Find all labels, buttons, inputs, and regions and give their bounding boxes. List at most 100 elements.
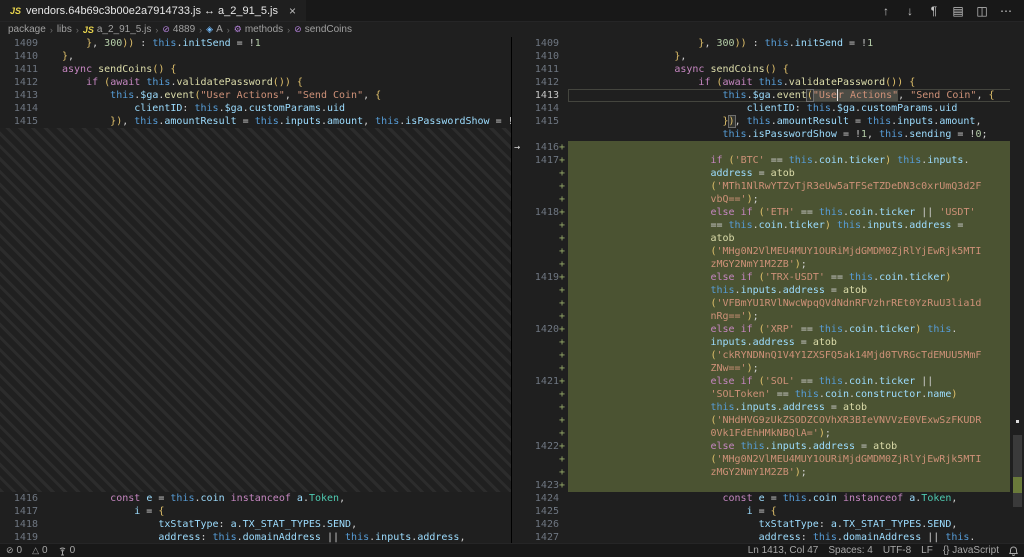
split-editor-icon[interactable]: ◫: [972, 1, 992, 21]
compare-view-icon[interactable]: ▤: [948, 1, 968, 21]
toggle-whitespace-icon[interactable]: ¶: [924, 1, 944, 21]
code-line[interactable]: this.inputs.address = atob: [568, 401, 1024, 414]
line-number[interactable]: 1416: [14, 492, 38, 505]
code-line[interactable]: else this.inputs.address = atob: [568, 440, 1024, 453]
line-number[interactable]: 1418: [535, 206, 559, 219]
next-change-icon[interactable]: ↓: [900, 1, 920, 21]
code-line[interactable]: atob: [568, 232, 1024, 245]
code-line[interactable]: inputs.address = atob: [568, 336, 1024, 349]
gutter[interactable]: +: [512, 453, 568, 466]
line-number[interactable]: 1412: [535, 76, 559, 89]
code-row[interactable]: 1426 txStatType: a.TX_STAT_TYPES.SEND,: [512, 518, 1024, 531]
gutter[interactable]: +: [512, 284, 568, 297]
status-item-eol[interactable]: LF: [921, 545, 933, 556]
code-row[interactable]: + vbQ==');: [512, 193, 1024, 206]
code-line[interactable]: this.inputs.address = atob: [568, 284, 1024, 297]
code-row[interactable]: 1415 }), this.amountResult = this.inputs…: [0, 115, 511, 128]
gutter[interactable]: 1423+: [512, 479, 568, 492]
code-line[interactable]: i = {: [52, 505, 511, 518]
code-row[interactable]: 1412 if (await this.validatePassword()) …: [0, 76, 511, 89]
gutter[interactable]: 1409: [512, 37, 568, 50]
breadcrumb-item-package[interactable]: package: [8, 24, 46, 35]
code-line[interactable]: this.$ga.event("User Actions", "Send Coi…: [568, 89, 1024, 102]
line-number[interactable]: 1419: [14, 531, 38, 543]
code-line[interactable]: nRg==');: [568, 310, 1024, 323]
gutter[interactable]: 1427: [512, 531, 568, 543]
gutter[interactable]: 1421+: [512, 375, 568, 388]
gutter[interactable]: 1415: [0, 115, 52, 128]
gutter[interactable]: +: [512, 388, 568, 401]
gutter[interactable]: 1419+: [512, 271, 568, 284]
code-row[interactable]: + ('VFBmYU1RVlNwcWpqQVdNdnRFVzhrREt0YzRu…: [512, 297, 1024, 310]
code-line[interactable]: async sendCoins() {: [568, 63, 1024, 76]
gutter[interactable]: 1411: [512, 63, 568, 76]
code-row[interactable]: 1420+ else if ('XRP' == this.coin.ticker…: [512, 323, 1024, 336]
code-line[interactable]: zMGY2NmY1M2ZB');: [568, 466, 1024, 479]
code-line[interactable]: ('MTh1NlRwYTZvTjR3eUw5aTFSeTZDeDN3c0xrUm…: [568, 180, 1024, 193]
code-line[interactable]: else if ('XRP' == this.coin.ticker) this…: [568, 323, 1024, 336]
gutter[interactable]: 1419: [0, 531, 52, 543]
code-line[interactable]: if (await this.validatePassword()) {: [568, 76, 1024, 89]
tab-diff-editor[interactable]: JS vendors.64b69c3b00e2a7914733.js ↔ a_2…: [0, 0, 306, 21]
code-line[interactable]: == this.coin.ticker) this.inputs.address…: [568, 219, 1024, 232]
code-row[interactable]: + address = atob: [512, 167, 1024, 180]
gutter[interactable]: 1418: [0, 518, 52, 531]
revert-change-arrow-icon[interactable]: →: [514, 141, 520, 154]
status-item-errors[interactable]: ⊘0: [6, 545, 22, 556]
code-row[interactable]: 1411 async sendCoins() {: [512, 63, 1024, 76]
code-row[interactable]: 1423+: [512, 479, 1024, 492]
code-line[interactable]: }, 300)) : this.initSend = !1: [568, 37, 1024, 50]
code-line[interactable]: ('MHg0N2VlMEU4MUY1OURiMjdGMDM0ZjRlYjEwRj…: [568, 245, 1024, 258]
gutter[interactable]: 1420+: [512, 323, 568, 336]
line-number[interactable]: 1417: [14, 505, 38, 518]
code-row[interactable]: 1418+ else if ('ETH' == this.coin.ticker…: [512, 206, 1024, 219]
line-number[interactable]: 1421: [535, 375, 559, 388]
gutter[interactable]: +: [512, 167, 568, 180]
line-number[interactable]: 1420: [535, 323, 559, 336]
gutter[interactable]: 1422+: [512, 440, 568, 453]
code-row[interactable]: + 'SOLToken' == this.coin.constructor.na…: [512, 388, 1024, 401]
breadcrumb-item-A[interactable]: ◈A: [206, 24, 223, 35]
gutter[interactable]: +: [512, 219, 568, 232]
line-number[interactable]: 1425: [535, 505, 559, 518]
gutter[interactable]: 1413: [512, 89, 568, 102]
gutter[interactable]: +: [512, 362, 568, 375]
code-row[interactable]: 1413 this.$ga.event("User Actions", "Sen…: [512, 89, 1024, 102]
gutter[interactable]: 1417: [0, 505, 52, 518]
gutter[interactable]: 1410: [0, 50, 52, 63]
more-actions-icon[interactable]: ⋯: [996, 1, 1016, 21]
code-row[interactable]: 1412 if (await this.validatePassword()) …: [512, 76, 1024, 89]
code-row[interactable]: + this.inputs.address = atob: [512, 284, 1024, 297]
code-line[interactable]: txStatType: a.TX_STAT_TYPES.SEND,: [568, 518, 1024, 531]
gutter[interactable]: 1410: [512, 50, 568, 63]
gutter[interactable]: +: [512, 401, 568, 414]
status-item-notifications[interactable]: [1009, 546, 1018, 556]
breadcrumb-item-4889[interactable]: ⊘4889: [162, 24, 195, 35]
code-row[interactable]: this.isPasswordShow = !1, this.sending =…: [512, 128, 1024, 141]
gutter[interactable]: +: [512, 297, 568, 310]
code-line[interactable]: txStatType: a.TX_STAT_TYPES.SEND,: [52, 518, 511, 531]
gutter[interactable]: +: [512, 232, 568, 245]
code-row[interactable]: 1419+ else if ('TRX-USDT' == this.coin.t…: [512, 271, 1024, 284]
code-line[interactable]: [568, 479, 1024, 492]
line-number[interactable]: 1410: [535, 50, 559, 63]
code-row[interactable]: 1409 }, 300)) : this.initSend = !1: [512, 37, 1024, 50]
breadcrumb-item-a_2_91_5.js[interactable]: JSa_2_91_5.js: [83, 24, 152, 35]
gutter[interactable]: 1412: [0, 76, 52, 89]
code-line[interactable]: zMGY2NmY1M2ZB');: [568, 258, 1024, 271]
code-line[interactable]: address: this.domainAddress || this.: [568, 531, 1024, 543]
line-number[interactable]: 1419: [535, 271, 559, 284]
code-row[interactable]: 1427 address: this.domainAddress || this…: [512, 531, 1024, 543]
code-row[interactable]: 1421+ else if ('SOL' == this.coin.ticker…: [512, 375, 1024, 388]
code-line[interactable]: else if ('ETH' == this.coin.ticker || 'U…: [568, 206, 1024, 219]
code-line[interactable]: }, 300)) : this.initSend = !1: [52, 37, 511, 50]
status-item-ports[interactable]: 0: [58, 545, 76, 556]
gutter[interactable]: 1425: [512, 505, 568, 518]
code-row[interactable]: 1410 },: [512, 50, 1024, 63]
code-line[interactable]: this.isPasswordShow = !1, this.sending =…: [568, 128, 1024, 141]
gutter[interactable]: 1417+: [512, 154, 568, 167]
code-line[interactable]: ZNw==');: [568, 362, 1024, 375]
code-row[interactable]: 1417 i = {: [0, 505, 511, 518]
gutter[interactable]: 1411: [0, 63, 52, 76]
code-line[interactable]: [568, 141, 1024, 154]
